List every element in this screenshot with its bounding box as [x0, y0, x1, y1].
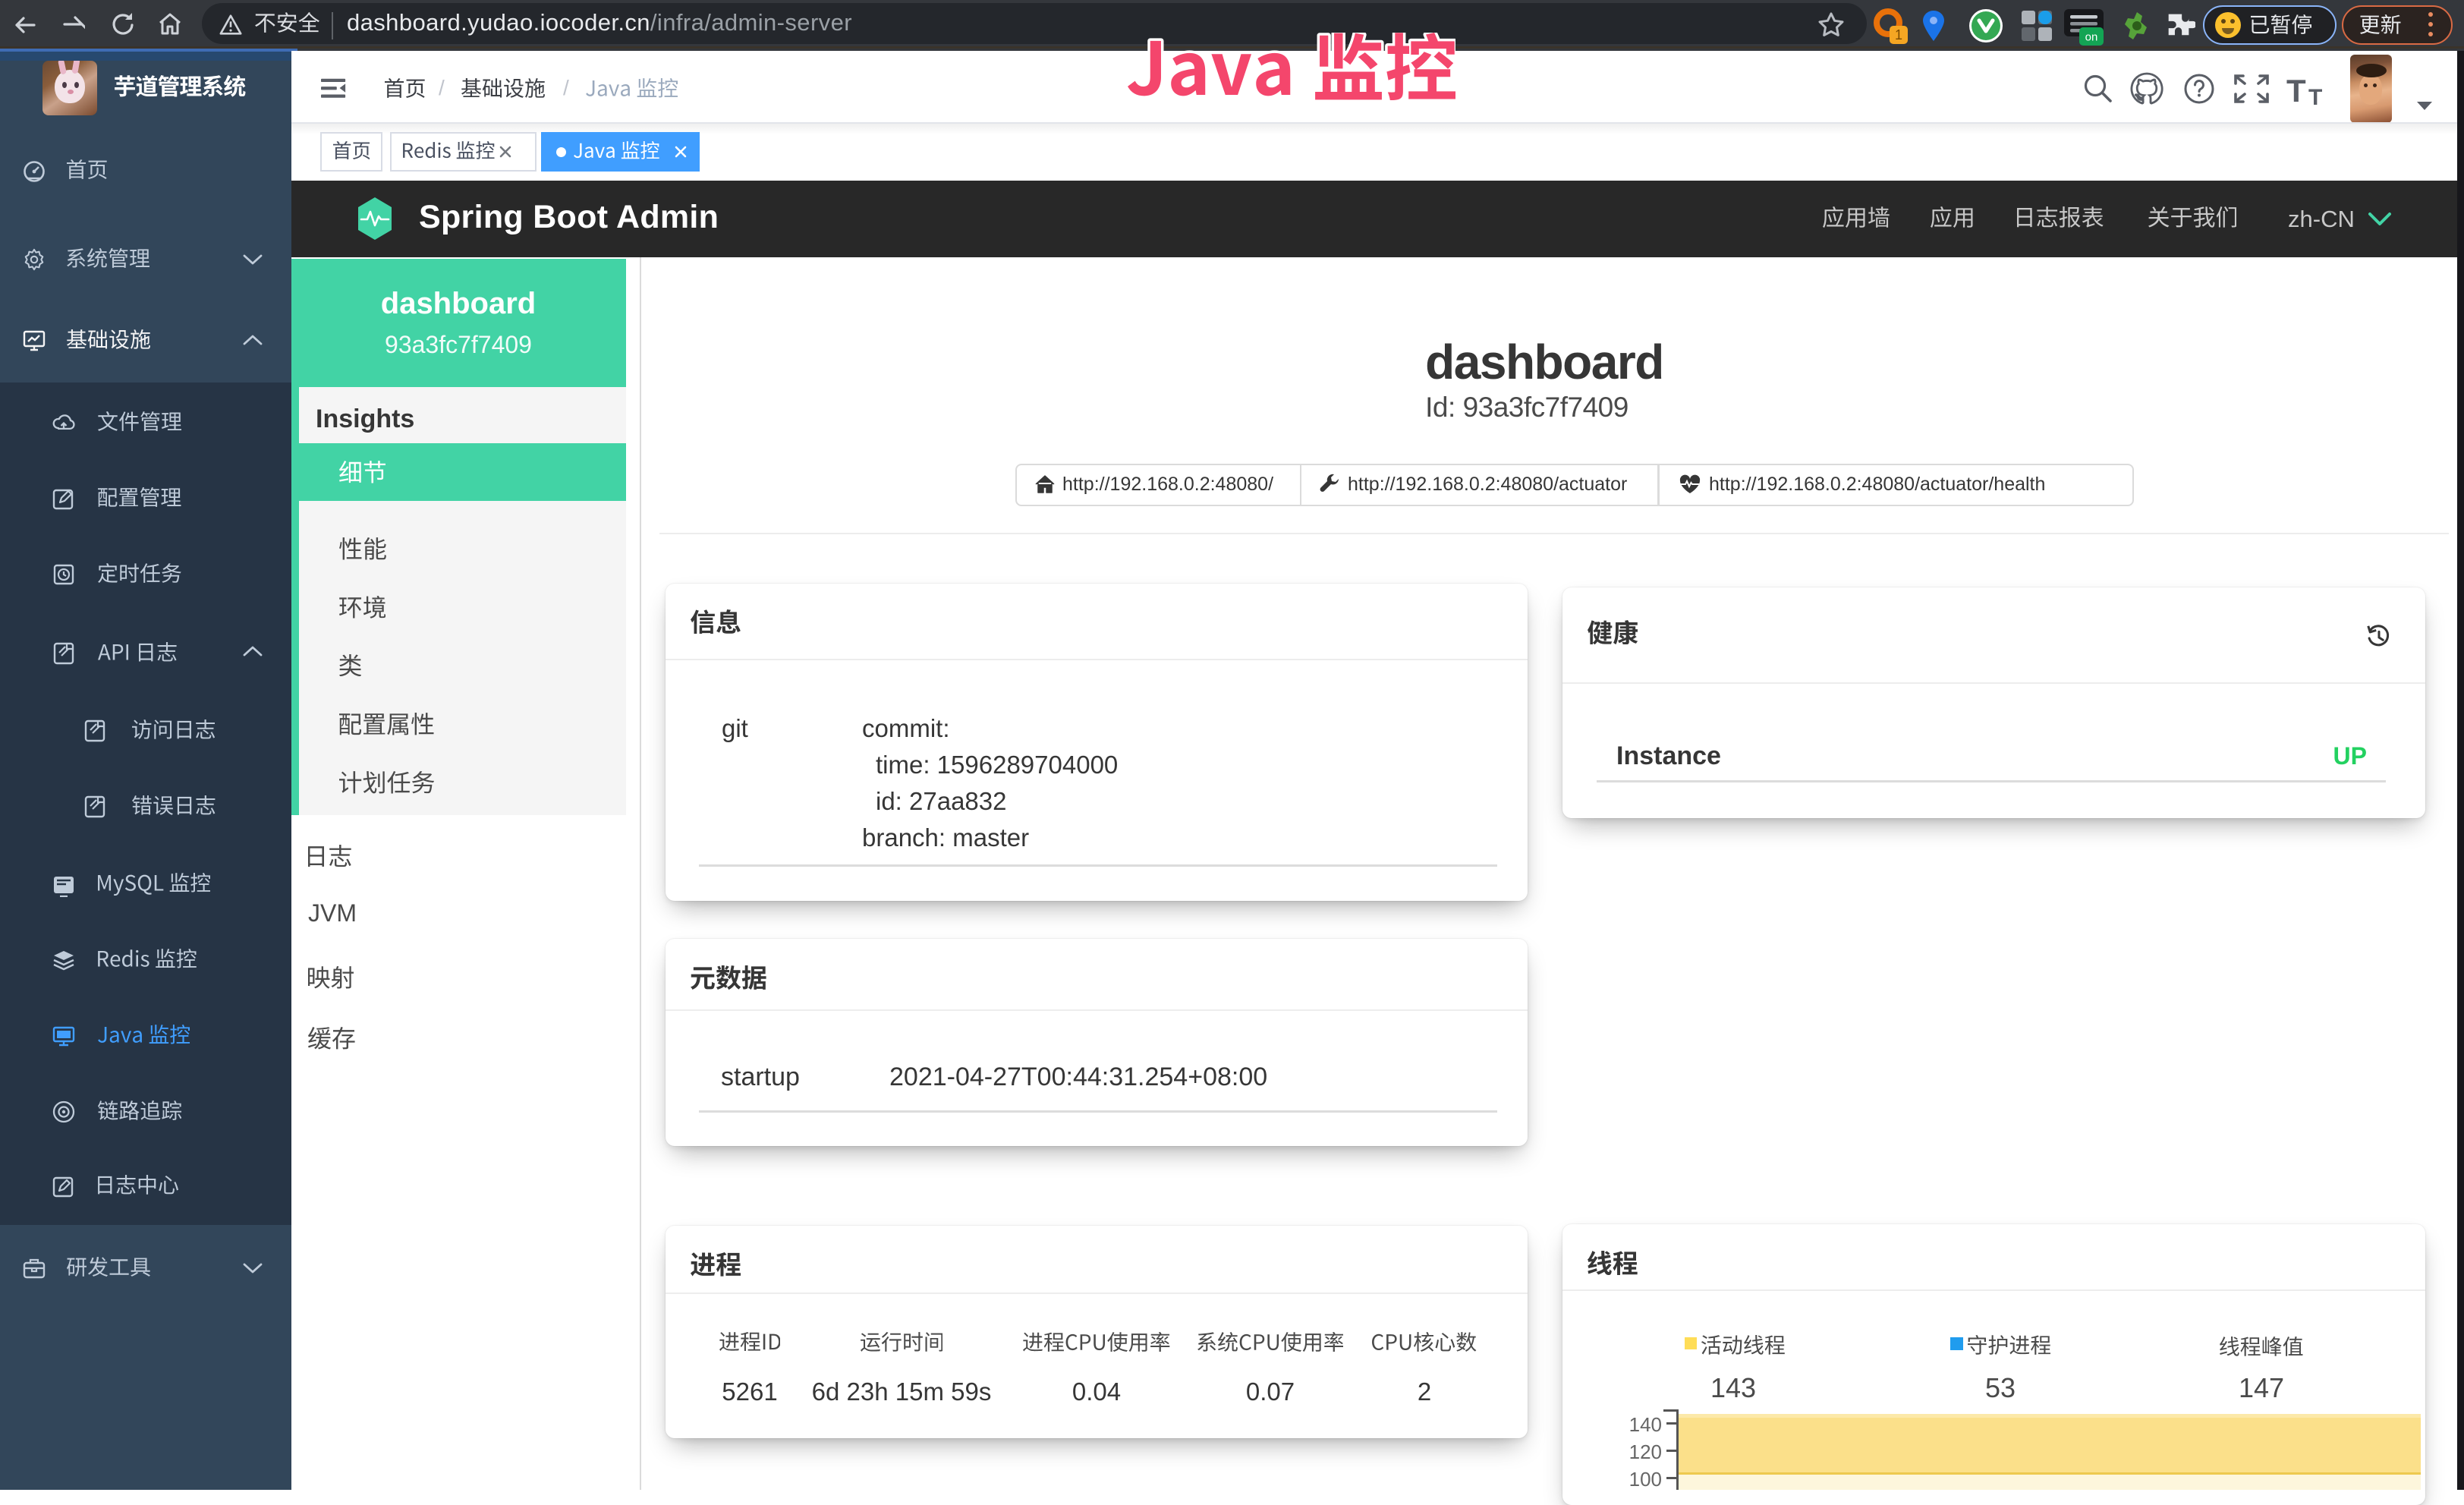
svg-text:1: 1 [1895, 27, 1902, 43]
svg-text:on: on [2085, 31, 2098, 44]
